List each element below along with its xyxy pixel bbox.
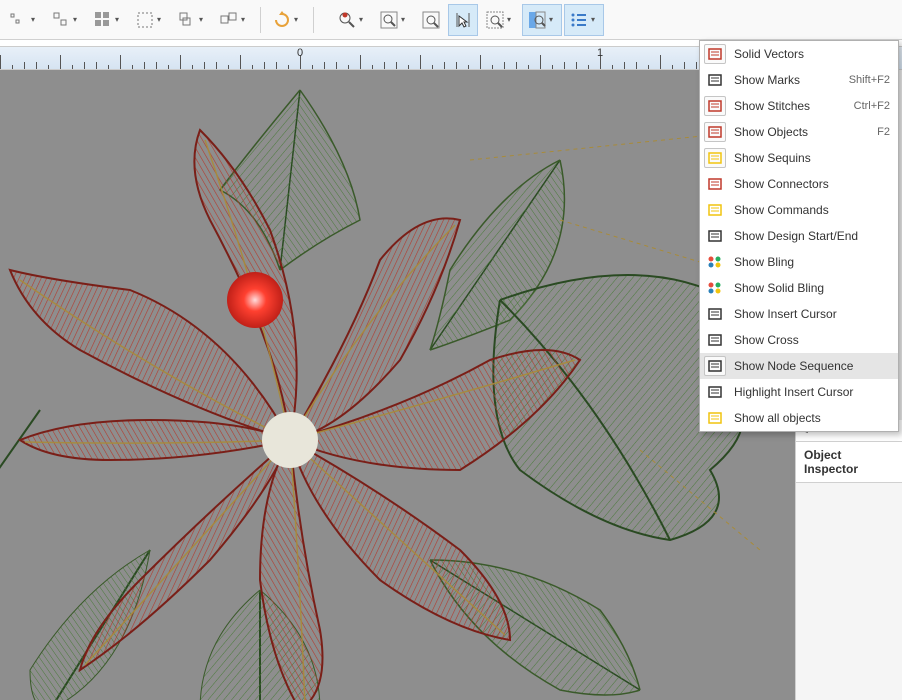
menu-item-icon [704, 278, 726, 298]
menu-item-show-node-sequence[interactable]: Show Node Sequence [700, 353, 898, 379]
embroidery-design [0, 70, 795, 700]
menu-item-shortcut: Shift+F2 [849, 74, 890, 86]
chevron-down-icon: ▾ [31, 15, 41, 24]
menu-item-icon [704, 174, 726, 194]
rotate-icon [270, 8, 294, 32]
pin-zoom-icon [335, 8, 359, 32]
tb-rotate[interactable]: ▾ [267, 4, 307, 36]
menu-item-icon [704, 148, 726, 168]
group-icon [217, 8, 241, 32]
chevron-down-icon: ▾ [241, 15, 251, 24]
tb-pin-zoom[interactable]: ▾ [332, 4, 372, 36]
align-left-icon [7, 8, 31, 32]
menu-item-label: Show Objects [734, 125, 869, 139]
zoom-fit-icon [419, 8, 443, 32]
tb-grid-group[interactable]: ▾ [88, 4, 128, 36]
menu-item-show-bling[interactable]: Show Bling [700, 249, 898, 275]
menu-item-label: Show Marks [734, 73, 841, 87]
menu-item-icon [704, 70, 726, 90]
menu-item-label: Show Solid Bling [734, 281, 882, 295]
menu-item-show-objects[interactable]: Show Objects F2 [700, 119, 898, 145]
chevron-down-icon: ▾ [401, 15, 411, 24]
menu-item-icon [704, 252, 726, 272]
chevron-down-icon: ▾ [294, 15, 304, 24]
grid-icon [91, 8, 115, 32]
chevron-down-icon: ▾ [199, 15, 209, 24]
tb-zoom-extent[interactable]: ▾ [480, 4, 520, 36]
zoom-color-icon [525, 8, 549, 32]
menu-item-show-stitches[interactable]: Show Stitches Ctrl+F2 [700, 93, 898, 119]
menu-item-icon [704, 330, 726, 350]
align-top-icon [175, 8, 199, 32]
tb-align-left[interactable]: ▾ [4, 4, 44, 36]
chevron-down-icon: ▾ [549, 15, 559, 24]
menu-item-label: Show Insert Cursor [734, 307, 882, 321]
menu-item-highlight-insert-cursor[interactable]: Highlight Insert Cursor [700, 379, 898, 405]
menu-item-icon [704, 356, 726, 376]
menu-item-show-solid-bling[interactable]: Show Solid Bling [700, 275, 898, 301]
menu-item-label: Show all objects [734, 411, 882, 425]
chevron-down-icon: ▾ [115, 15, 125, 24]
menu-item-icon [704, 44, 726, 64]
menu-item-show-connectors[interactable]: Show Connectors [700, 171, 898, 197]
menu-item-label: Show Bling [734, 255, 882, 269]
menu-item-show-design-start-end[interactable]: Show Design Start/End [700, 223, 898, 249]
menu-item-show-all-objects[interactable]: Show all objects [700, 405, 898, 431]
menu-item-show-marks[interactable]: Show Marks Shift+F2 [700, 67, 898, 93]
ruler-label: 0 [297, 47, 303, 59]
menu-item-show-commands[interactable]: Show Commands [700, 197, 898, 223]
zoom-click-icon [451, 8, 475, 32]
design-canvas[interactable] [0, 70, 795, 700]
list-icon [567, 8, 591, 32]
menu-item-shortcut: F2 [877, 126, 890, 138]
menu-item-icon [704, 226, 726, 246]
menu-item-icon [704, 304, 726, 324]
right-side-panel: < Object Inspector [795, 420, 902, 700]
tb-list-view[interactable]: ▾ [564, 4, 604, 36]
menu-item-label: Show Commands [734, 203, 882, 217]
menu-item-label: Show Sequins [734, 151, 882, 165]
tb-zoom-box[interactable]: ▾ [374, 4, 414, 36]
menu-item-label: Highlight Insert Cursor [734, 385, 882, 399]
menu-item-icon [704, 382, 726, 402]
chevron-down-icon: ▾ [359, 15, 369, 24]
menu-item-label: Show Connectors [734, 177, 882, 191]
toolbar-separator [313, 7, 314, 33]
menu-item-show-sequins[interactable]: Show Sequins [700, 145, 898, 171]
menu-item-show-cross[interactable]: Show Cross [700, 327, 898, 353]
menu-item-label: Show Cross [734, 333, 882, 347]
menu-item-icon [704, 122, 726, 142]
toolbar-separator [260, 7, 261, 33]
menu-item-label: Show Node Sequence [734, 359, 882, 373]
chevron-down-icon: ▾ [157, 15, 167, 24]
tb-align-top[interactable]: ▾ [172, 4, 212, 36]
main-toolbar: ▾ ▾ ▾ ▾ ▾ ▾ ▾ ▾ [0, 0, 902, 40]
menu-item-shortcut: Ctrl+F2 [854, 100, 890, 112]
chevron-down-icon: ▾ [507, 15, 517, 24]
view-options-menu: Solid Vectors Show Marks Shift+F2 Show Stit… [699, 40, 899, 432]
chevron-down-icon: ▾ [73, 15, 83, 24]
menu-item-label: Solid Vectors [734, 47, 882, 61]
menu-item-icon [704, 408, 726, 428]
menu-item-label: Show Stitches [734, 99, 846, 113]
menu-item-icon [704, 96, 726, 116]
dashed-select-icon [133, 8, 157, 32]
menu-item-icon [704, 200, 726, 220]
tb-align-center[interactable]: ▾ [46, 4, 86, 36]
menu-item-solid-vectors[interactable]: Solid Vectors [700, 41, 898, 67]
panel-header[interactable]: Object Inspector [796, 442, 902, 483]
tb-group-boxes[interactable]: ▾ [214, 4, 254, 36]
menu-item-show-insert-cursor[interactable]: Show Insert Cursor [700, 301, 898, 327]
tb-zoom-fit[interactable] [416, 4, 446, 36]
tb-zoom-color[interactable]: ▾ [522, 4, 562, 36]
zoom-box-icon [377, 8, 401, 32]
ruler-label: 1 [597, 47, 603, 59]
tb-select-dashed[interactable]: ▾ [130, 4, 170, 36]
chevron-down-icon: ▾ [591, 15, 601, 24]
tb-zoom-click[interactable] [448, 4, 478, 36]
zoom-extent-icon [483, 8, 507, 32]
menu-item-label: Show Design Start/End [734, 229, 882, 243]
align-center-icon [49, 8, 73, 32]
